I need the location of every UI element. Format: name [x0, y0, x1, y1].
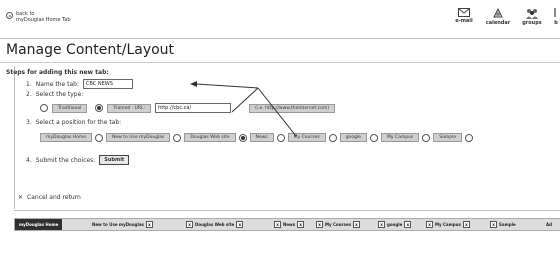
- tab-label: google: [387, 222, 403, 227]
- position-radio[interactable]: [95, 133, 104, 142]
- position-radio[interactable]: [422, 133, 431, 142]
- tab-close-icon[interactable]: x: [426, 221, 433, 228]
- position-radio[interactable]: [276, 133, 285, 142]
- tab-close-icon[interactable]: x: [490, 221, 497, 228]
- tab-my-courses[interactable]: x My Courses x: [316, 219, 360, 230]
- header-divider: [0, 38, 560, 39]
- position-radio[interactable]: [173, 133, 182, 142]
- more-icon: [554, 8, 556, 17]
- tab-close-icon[interactable]: x: [404, 221, 412, 228]
- steps-heading: Steps for adding this new tab:: [6, 69, 109, 76]
- title-divider: [0, 62, 560, 63]
- tab-close-icon[interactable]: x: [316, 221, 323, 228]
- tab-mydouglas-home[interactable]: myDouglas Home: [15, 219, 63, 230]
- step2-number: 2.: [26, 91, 32, 98]
- groups-icon: [526, 9, 538, 19]
- form-divider: [14, 210, 560, 211]
- position-option: Sample: [433, 133, 463, 142]
- tab-close-icon[interactable]: x: [145, 221, 153, 228]
- tab-news[interactable]: x News x: [274, 219, 305, 230]
- tab-close-icon[interactable]: x: [297, 221, 305, 228]
- tab-my-campus[interactable]: x My Campus x: [426, 219, 470, 230]
- position-option: My Campus: [380, 133, 420, 142]
- step3-number: 3.: [26, 119, 32, 126]
- more-tool[interactable]: b: [552, 8, 560, 26]
- step4-number: 4.: [26, 156, 32, 164]
- back-line2: myDouglas Home Tab: [16, 17, 71, 23]
- step-position: 3. Select a position for the tab:: [26, 119, 121, 126]
- cancel-label: Cancel and return: [27, 194, 81, 201]
- position-radio-selected[interactable]: [238, 133, 247, 142]
- tab-close-icon[interactable]: x: [186, 221, 193, 228]
- submit-button[interactable]: Submit: [99, 155, 130, 165]
- tab-label: Ad: [546, 222, 552, 227]
- type-options: Traditional Framed · URL: http://cbc.ca/…: [40, 103, 336, 113]
- url-label: URL:: [134, 105, 146, 111]
- tab-close-icon[interactable]: x: [462, 221, 470, 228]
- tab-label: My Campus: [435, 222, 461, 227]
- tab-label: Douglas Web site: [195, 222, 235, 227]
- traditional-radio[interactable]: [40, 104, 48, 112]
- email-tool[interactable]: e-mail: [450, 8, 478, 26]
- tab-add[interactable]: Ad: [546, 219, 552, 230]
- step2-label: Select the type:: [35, 91, 84, 98]
- tab-sample[interactable]: x Sample: [490, 219, 516, 230]
- tab-google[interactable]: x google x: [378, 219, 412, 230]
- tab-label: myDouglas Home: [19, 222, 59, 227]
- url-input[interactable]: http://cbc.ca/: [155, 103, 232, 113]
- position-radio[interactable]: [328, 133, 337, 142]
- tab-label: News: [283, 222, 296, 227]
- step-type: 2. Select the type:: [26, 91, 83, 98]
- groups-tool[interactable]: groups: [518, 8, 546, 26]
- tab-label: Sample: [499, 222, 516, 227]
- traditional-label: Traditional: [52, 103, 88, 113]
- tab-name-input[interactable]: CBC NEWS: [82, 79, 133, 89]
- step-submit: 4. Submit the choices: Submit: [26, 155, 130, 165]
- page-title: Manage Content/Layout: [6, 42, 175, 58]
- position-option: myDouglas Home: [40, 133, 93, 142]
- tab-close-icon[interactable]: x: [236, 221, 244, 228]
- tab-label: My Courses: [325, 222, 351, 227]
- toolbar: e-mail calendar groups b: [450, 8, 560, 26]
- calendar-tool[interactable]: calendar: [484, 8, 512, 26]
- back-link-text: back to myDouglas Home Tab: [16, 11, 71, 23]
- position-radio[interactable]: [369, 133, 378, 142]
- tab-close-icon[interactable]: x: [378, 221, 385, 228]
- calendar-label: calendar: [485, 20, 511, 26]
- back-link[interactable]: ◂ back to myDouglas Home Tab: [6, 11, 71, 23]
- tab-close-icon[interactable]: x: [352, 221, 360, 228]
- back-arrow-icon: ◂: [6, 12, 13, 19]
- step-name: 1. Name the tab: CBC NEWS: [26, 79, 133, 89]
- position-option: News: [249, 133, 274, 142]
- envelope-icon: [458, 8, 470, 17]
- top-bar: ◂ back to myDouglas Home Tab e-mail cale…: [0, 0, 560, 38]
- tab-label: New to Use myDouglas: [92, 222, 144, 227]
- cancel-link[interactable]: ✕ Cancel and return: [18, 194, 81, 201]
- step4-label: Submit the choices:: [35, 156, 96, 164]
- tab-close-icon[interactable]: x: [274, 221, 281, 228]
- tab-douglas-web-site[interactable]: x Douglas Web site x: [186, 219, 244, 230]
- groups-label: groups: [522, 20, 542, 26]
- position-options: myDouglas Home New to Use myDouglas Doug…: [40, 133, 474, 142]
- url-hint: (i.e. http://www.theInternet.com): [249, 103, 336, 113]
- position-radio[interactable]: [465, 133, 474, 142]
- step1-number: 1.: [26, 80, 32, 88]
- more-label: b: [554, 20, 558, 26]
- framed-url-group: Framed · URL:: [107, 103, 152, 113]
- tab-new-to-use[interactable]: New to Use myDouglas x: [92, 219, 153, 230]
- position-option: My Courses: [287, 133, 326, 142]
- step3-label: Select a position for the tab:: [35, 119, 122, 126]
- calendar-icon: [493, 8, 503, 18]
- cancel-icon: ✕: [18, 194, 24, 201]
- position-option: google: [339, 133, 367, 142]
- framed-label: Framed: [113, 105, 131, 111]
- framed-radio[interactable]: [95, 104, 104, 112]
- step1-label: Name the tab:: [35, 80, 79, 88]
- position-option: New to Use myDouglas: [106, 133, 171, 142]
- position-option: Douglas Web site: [184, 133, 236, 142]
- email-label: e-mail: [455, 18, 473, 24]
